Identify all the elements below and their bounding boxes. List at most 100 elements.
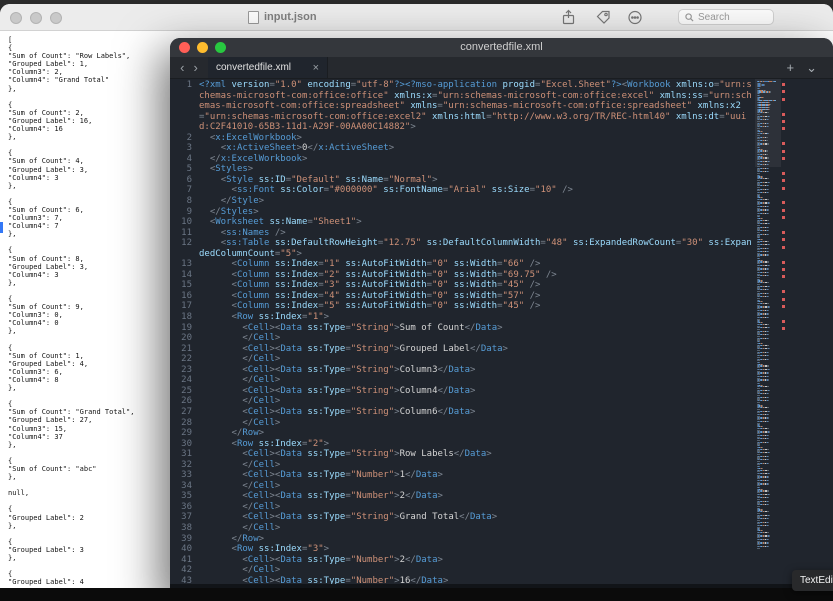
line-number: 5 <box>170 164 199 175</box>
window-title: input.json <box>264 11 317 23</box>
desktop-strip <box>0 588 833 601</box>
code-line: 35 <Cell><Data ss:Type="Number">2</Data> <box>170 491 757 502</box>
code-line: 9 </Styles> <box>170 207 757 218</box>
code-line: 2 <x:ExcelWorkbook> <box>170 133 757 144</box>
line-number: 2 <box>170 133 199 144</box>
code-line: 3 <x:ActiveSheet>0</x:ActiveSheet> <box>170 143 757 154</box>
code-line: 10 <Worksheet ss:Name="Sheet1"> <box>170 217 757 228</box>
share-icon[interactable] <box>560 9 577 26</box>
traffic-lights <box>10 12 62 24</box>
line-number: 36 <box>170 502 199 513</box>
code-area[interactable]: 1<?xml version="1.0" encoding="utf-8"?><… <box>170 80 757 584</box>
code-line: 18 <Row ss:Index="1"> <box>170 312 757 323</box>
line-number: 15 <box>170 280 199 291</box>
code-line: 37 <Cell><Data ss:Type="String">Grand To… <box>170 512 757 523</box>
code-line: 19 <Cell><Data ss:Type="String">Sum of C… <box>170 323 757 334</box>
line-number: 43 <box>170 576 199 584</box>
line-number: 7 <box>170 185 199 196</box>
line-number: 24 <box>170 375 199 386</box>
more-actions-icon[interactable] <box>627 9 644 26</box>
tab-close-icon[interactable]: × <box>313 62 319 74</box>
line-number: 28 <box>170 418 199 429</box>
line-number: 4 <box>170 154 199 165</box>
line-number: 12 <box>170 238 199 259</box>
code-line: 21 <Cell><Data ss:Type="String">Grouped … <box>170 344 757 355</box>
minimize-button[interactable] <box>30 12 42 24</box>
line-number: 3 <box>170 143 199 154</box>
tab-bar: ‹ › convertedfile.xml × + ⌄ <box>170 57 833 79</box>
line-number: 35 <box>170 491 199 502</box>
line-number: 42 <box>170 565 199 576</box>
code-line: 16 <Column ss:Index="4" ss:AutoFitWidth=… <box>170 291 757 302</box>
line-number: 34 <box>170 481 199 492</box>
code-line: 17 <Column ss:Index="5" ss:AutoFitWidth=… <box>170 301 757 312</box>
selection-marker <box>0 222 3 233</box>
tab-label: convertedfile.xml <box>216 62 307 73</box>
back-icon[interactable]: ‹ <box>180 61 184 74</box>
code-line: 28 </Cell> <box>170 418 757 429</box>
line-number: 37 <box>170 512 199 523</box>
code-line: 7 <ss:Font ss:Color="#000000" ss:FontNam… <box>170 185 757 196</box>
code-line: 27 <Cell><Data ss:Type="String">Column6<… <box>170 407 757 418</box>
line-number: 27 <box>170 407 199 418</box>
line-number: 39 <box>170 534 199 545</box>
overview-ruler <box>782 79 788 584</box>
chevron-down-icon[interactable]: ⌄ <box>806 60 817 76</box>
line-number: 19 <box>170 323 199 334</box>
code-line: 30 <Row ss:Index="2"> <box>170 439 757 450</box>
code-line: 23 <Cell><Data ss:Type="String">Column3<… <box>170 365 757 376</box>
zoom-button[interactable] <box>50 12 62 24</box>
line-number: 22 <box>170 354 199 365</box>
line-number: 32 <box>170 460 199 471</box>
code-line: 43 <Cell><Data ss:Type="Number">16</Data… <box>170 576 757 584</box>
line-number: 17 <box>170 301 199 312</box>
line-number: 40 <box>170 544 199 555</box>
search-icon <box>685 13 694 22</box>
line-number: 30 <box>170 439 199 450</box>
editor-window: convertedfile.xml ‹ › convertedfile.xml … <box>170 38 833 601</box>
line-number: 29 <box>170 428 199 439</box>
code-line: 14 <Column ss:Index="2" ss:AutoFitWidth=… <box>170 270 757 281</box>
line-number: 10 <box>170 217 199 228</box>
tag-icon[interactable] <box>595 9 612 26</box>
app-tooltip: TextEdit <box>792 570 833 591</box>
code-line: 33 <Cell><Data ss:Type="Number">1</Data> <box>170 470 757 481</box>
code-line: 15 <Column ss:Index="3" ss:AutoFitWidth=… <box>170 280 757 291</box>
code-line: 41 <Cell><Data ss:Type="Number">2</Data> <box>170 555 757 566</box>
code-line: 1<?xml version="1.0" encoding="utf-8"?><… <box>170 80 757 133</box>
search-input[interactable]: Search <box>678 9 774 25</box>
code-line: 22 </Cell> <box>170 354 757 365</box>
forward-icon[interactable]: › <box>194 61 198 74</box>
tab-actions: + ⌄ <box>787 57 833 78</box>
code-line: 25 <Cell><Data ss:Type="String">Column4<… <box>170 386 757 397</box>
line-number: 25 <box>170 386 199 397</box>
nav-buttons: ‹ › <box>170 57 208 78</box>
code-line: 6 <Style ss:ID="Default" ss:Name="Normal… <box>170 175 757 186</box>
code-line: 40 <Row ss:Index="3"> <box>170 544 757 555</box>
tab-convertedfile[interactable]: convertedfile.xml × <box>208 57 328 78</box>
line-number: 38 <box>170 523 199 534</box>
close-button[interactable] <box>10 12 22 24</box>
line-number: 9 <box>170 207 199 218</box>
textedit-titlebar: input.json <box>0 4 833 31</box>
code-line: 29 </Row> <box>170 428 757 439</box>
line-number: 21 <box>170 344 199 355</box>
line-number: 23 <box>170 365 199 376</box>
search-placeholder: Search <box>698 12 730 23</box>
window-title-group: input.json <box>248 4 317 30</box>
code-line: 31 <Cell><Data ss:Type="String">Row Labe… <box>170 449 757 460</box>
minimap[interactable] <box>757 81 776 549</box>
code-line: 38 </Cell> <box>170 523 757 534</box>
code-line: 32 </Cell> <box>170 460 757 471</box>
new-tab-icon[interactable]: + <box>787 60 795 75</box>
code-line: 24 </Cell> <box>170 375 757 386</box>
document-icon <box>248 11 259 24</box>
code-line: 20 </Cell> <box>170 333 757 344</box>
code-line: 8 </Style> <box>170 196 757 207</box>
editor-body: 1<?xml version="1.0" encoding="utf-8"?><… <box>170 79 833 584</box>
code-line: 42 </Cell> <box>170 565 757 576</box>
line-number: 26 <box>170 396 199 407</box>
code-line: 34 </Cell> <box>170 481 757 492</box>
line-number: 41 <box>170 555 199 566</box>
line-number: 33 <box>170 470 199 481</box>
